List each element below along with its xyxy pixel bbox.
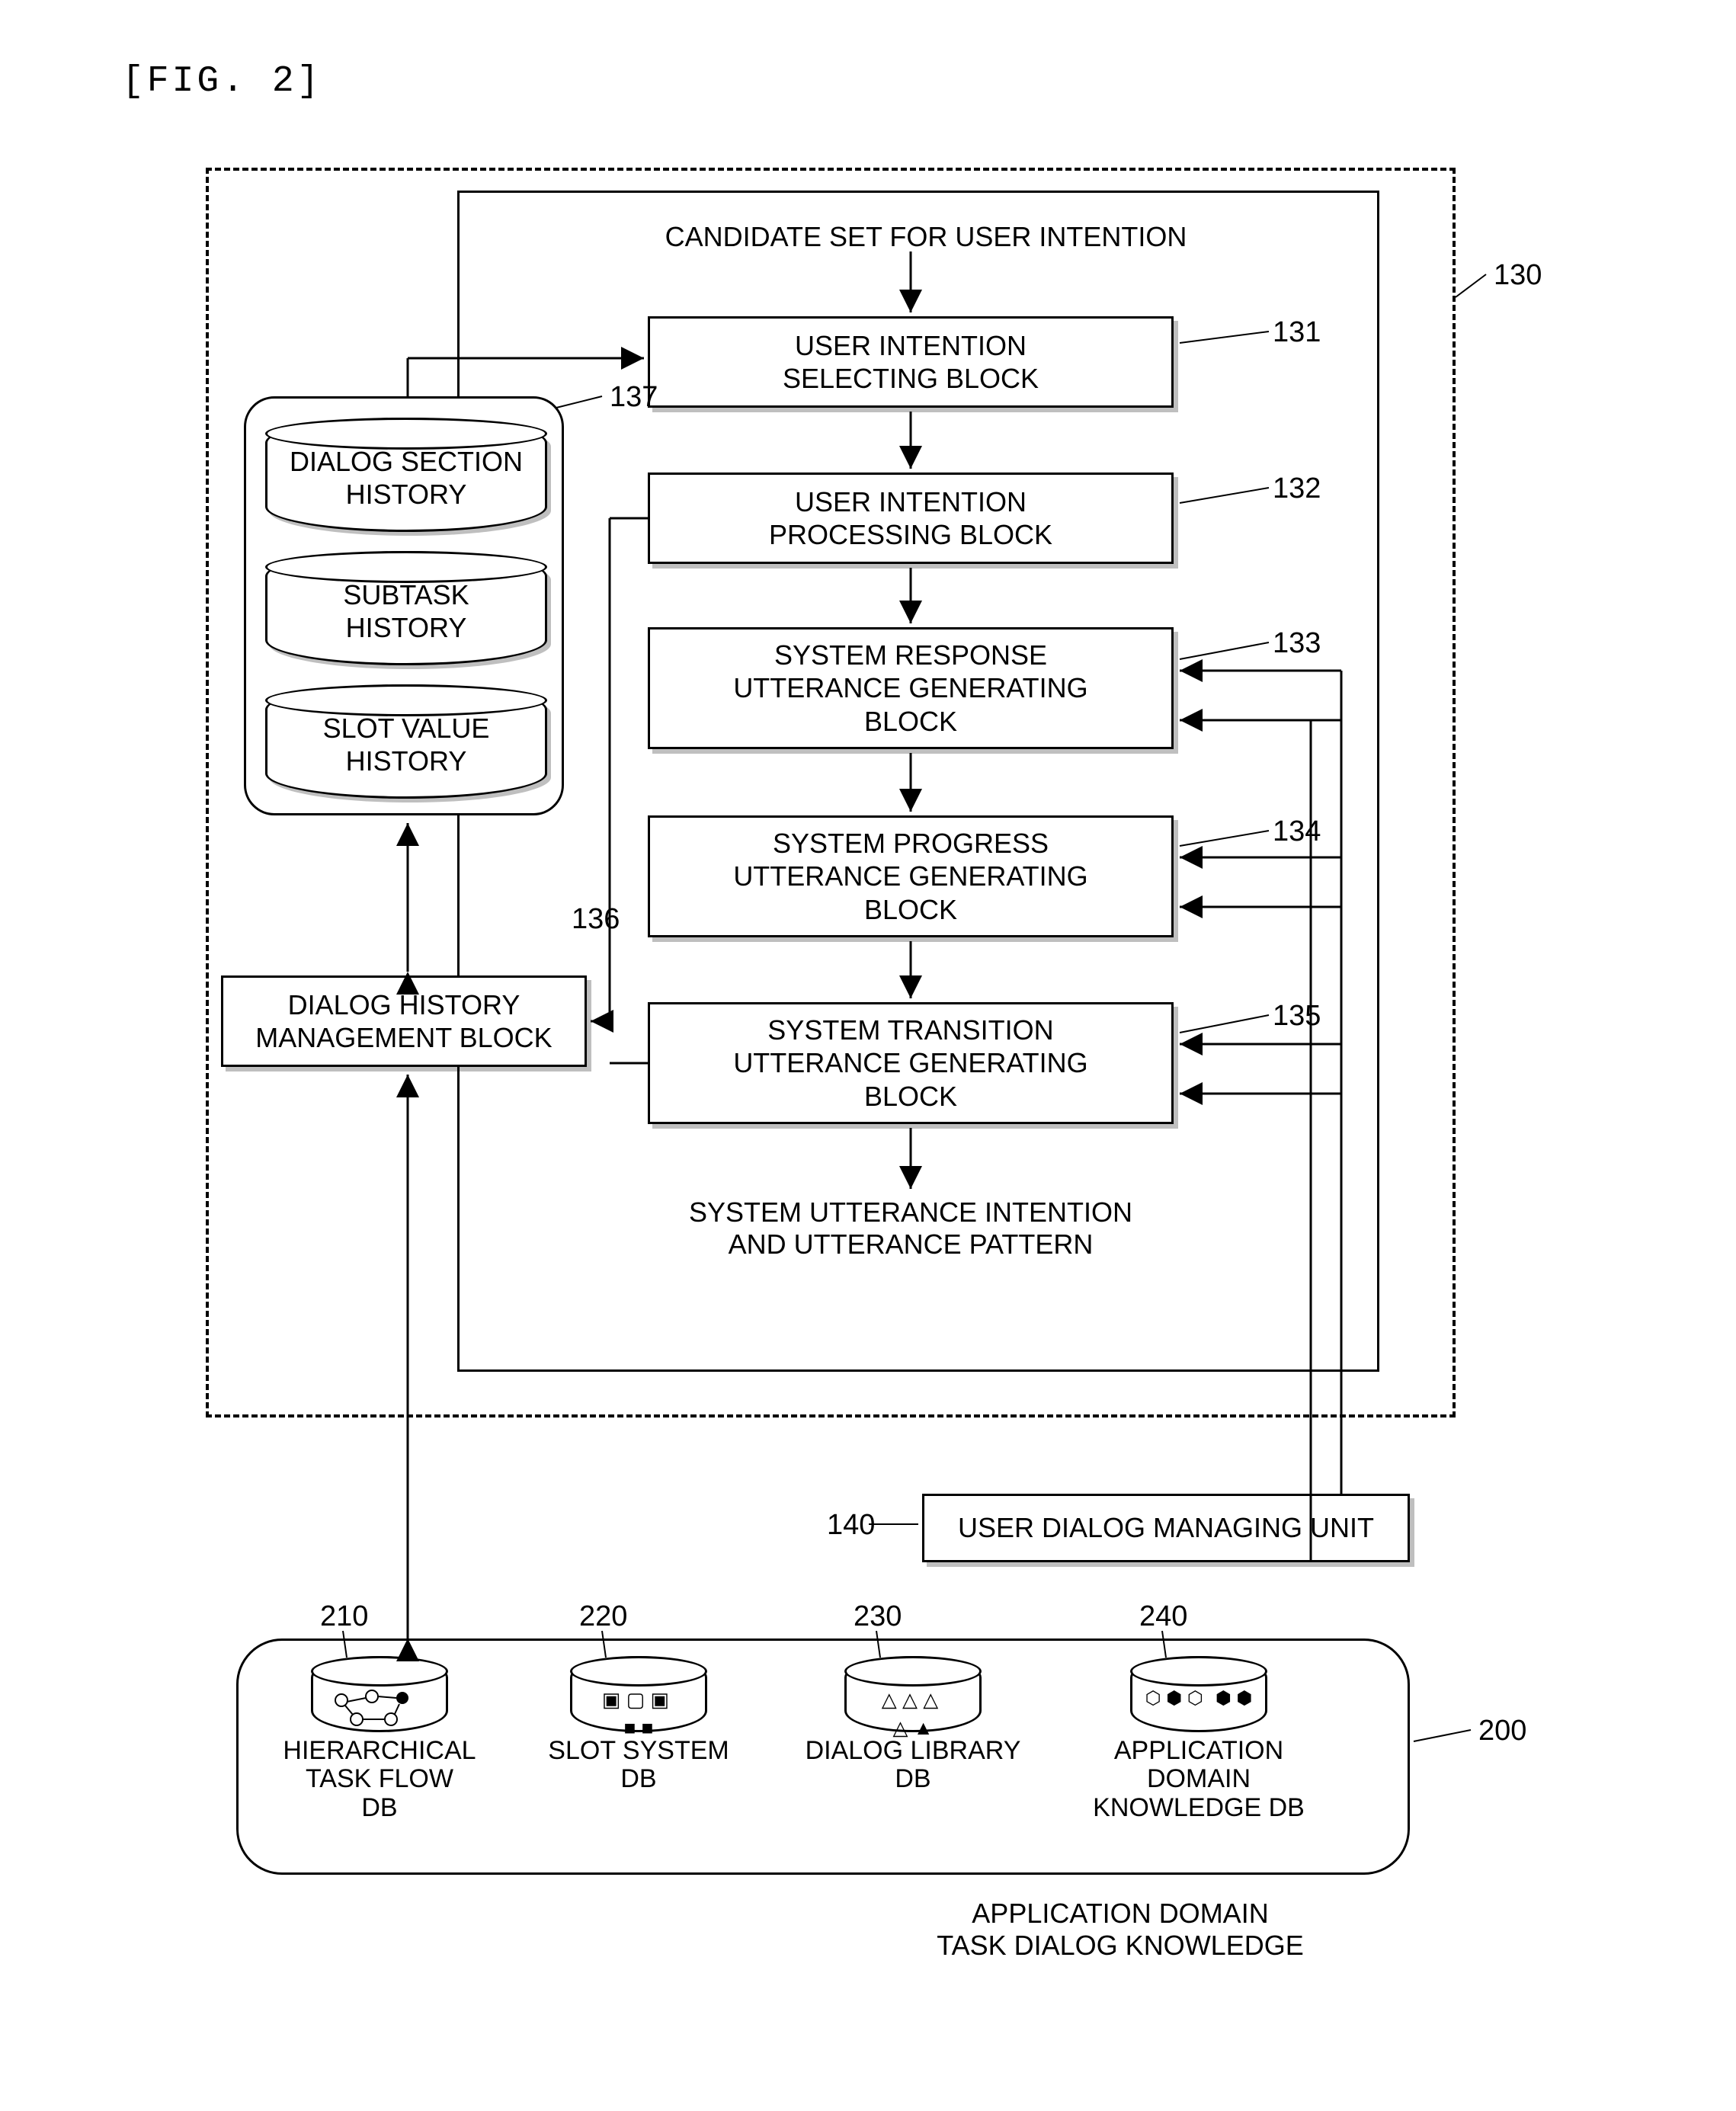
ref-131: 131: [1273, 316, 1321, 349]
triangle-icons: △ △ △△ ▲: [847, 1686, 979, 1741]
slot-system-db: ▣ ▢ ▣■ ■ SLOT SYSTEM DB: [540, 1656, 738, 1794]
dialog-section-history: DIALOG SECTION HISTORY: [265, 418, 547, 532]
system-utterance-output-label: SYSTEM UTTERANCE INTENTION AND UTTERANCE…: [629, 1196, 1193, 1261]
application-domain-task-label: APPLICATION DOMAIN TASK DIALOG KNOWLEDGE: [838, 1898, 1402, 1962]
ref-136: 136: [572, 903, 620, 936]
ref-240: 240: [1139, 1600, 1187, 1633]
subtask-history: SUBTASK HISTORY: [265, 551, 547, 665]
ref-133: 133: [1273, 627, 1321, 660]
hexagon-icons: ⬡ ⬢ ⬡⬢ ⬢: [1132, 1686, 1265, 1712]
application-domain-knowledge-db: ⬡ ⬢ ⬡⬢ ⬢ APPLICATION DOMAIN KNOWLEDGE DB: [1084, 1656, 1313, 1822]
ref-132: 132: [1273, 472, 1321, 505]
ref-134: 134: [1273, 815, 1321, 848]
history-group: DIALOG SECTION HISTORY SUBTASK HISTORY S…: [244, 396, 564, 815]
diagram-canvas: CANDIDATE SET FOR USER INTENTION USER IN…: [206, 152, 1517, 2035]
system-progress-block: SYSTEM PROGRESS UTTERANCE GENERATING BLO…: [648, 815, 1174, 937]
system-transition-block: SYSTEM TRANSITION UTTERANCE GENERATING B…: [648, 1002, 1174, 1124]
user-intention-selecting-block: USER INTENTION SELECTING BLOCK: [648, 316, 1174, 408]
figure-label: [FIG. 2]: [122, 61, 322, 102]
ref-210: 210: [320, 1600, 368, 1633]
user-dialog-managing-unit: USER DIALOG MANAGING UNIT: [922, 1494, 1410, 1562]
candidate-set-label: CANDIDATE SET FOR USER INTENTION: [564, 221, 1288, 253]
ref-220: 220: [579, 1600, 627, 1633]
ref-135: 135: [1273, 1000, 1321, 1033]
slot-value-history: SLOT VALUE HISTORY: [265, 684, 547, 799]
flow-graph-icon: [313, 1686, 446, 1730]
system-response-block: SYSTEM RESPONSE UTTERANCE GENERATING BLO…: [648, 627, 1174, 749]
hierarchical-task-flow-db: HIERARCHICAL TASK FLOW DB: [280, 1656, 479, 1822]
ref-130: 130: [1494, 259, 1542, 292]
knowledge-db-container: HIERARCHICAL TASK FLOW DB ▣ ▢ ▣■ ■ SLOT …: [236, 1639, 1410, 1875]
ref-200: 200: [1478, 1715, 1526, 1747]
dialog-history-management-block: DIALOG HISTORY MANAGEMENT BLOCK: [221, 975, 587, 1067]
ref-140: 140: [827, 1509, 875, 1542]
slot-icons: ▣ ▢ ▣■ ■: [572, 1686, 705, 1741]
user-intention-processing-block: USER INTENTION PROCESSING BLOCK: [648, 472, 1174, 564]
ref-137: 137: [610, 381, 658, 414]
ref-230: 230: [854, 1600, 902, 1633]
dialog-library-db: △ △ △△ ▲ DIALOG LIBRARY DB: [802, 1656, 1023, 1794]
